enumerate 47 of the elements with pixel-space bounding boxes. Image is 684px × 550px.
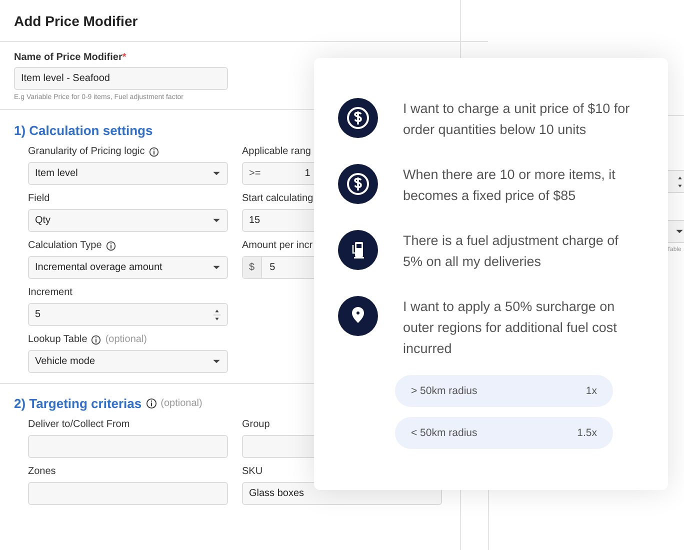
- dropdown[interactable]: Qty: [28, 209, 228, 232]
- field-label: Start calculating: [242, 193, 314, 204]
- field-label: SKU: [242, 466, 264, 477]
- example-text: There is a fuel adjustment charge of 5% on all my deliveries: [403, 232, 620, 271]
- caret-icon: [212, 359, 221, 364]
- tier-factor: 1x: [586, 385, 597, 397]
- input-field[interactable]: [28, 482, 228, 505]
- dollar-icon: [338, 164, 378, 204]
- dropdown[interactable]: Incremental overage amount: [28, 256, 228, 279]
- dollar-icon: [338, 98, 378, 138]
- caret-icon: [212, 171, 221, 176]
- field-label: Amount per incr: [242, 240, 313, 251]
- field-label: Calculation Type: [28, 240, 102, 251]
- name-input-field[interactable]: Item level - Seafood: [14, 67, 228, 90]
- tier-factor: 1.5x: [577, 427, 597, 439]
- field-label: Group: [242, 419, 271, 430]
- dropdown[interactable]: Vehicle mode: [28, 350, 228, 373]
- example-text: I want to charge a unit price of $10 for order quantities below 10 units: [403, 100, 631, 139]
- caret-icon: [675, 229, 684, 234]
- field-label: Applicable rang: [242, 146, 311, 157]
- number-input-field[interactable]: 5: [28, 303, 228, 326]
- field-label: Lookup Table: [28, 334, 88, 345]
- input-field[interactable]: [28, 435, 228, 458]
- field-label: Granularity of Pricing logic: [28, 146, 145, 157]
- optional-label: (optional): [160, 398, 202, 409]
- info-icon: [146, 398, 157, 409]
- example-text: I want to apply a 50% surcharge on outer regions for additional fuel cost incurred: [403, 298, 618, 358]
- info-icon: [106, 240, 116, 250]
- info-icon: [91, 334, 102, 344]
- optional-label: (optional): [105, 334, 148, 345]
- section-title: 1) Calculation settings: [14, 123, 153, 138]
- tier-label: > 50km radius: [411, 385, 478, 397]
- field-label: Field: [28, 193, 50, 204]
- field-label: Zones: [28, 466, 57, 477]
- field-label: Increment: [28, 287, 72, 298]
- location-pin-icon: [338, 296, 378, 336]
- window-title: Add Price Modifier: [14, 13, 138, 29]
- field-label: Deliver to/Collect From: [28, 419, 131, 430]
- section-title: 2) Targeting criterias: [14, 396, 142, 411]
- caret-icon: [212, 265, 221, 270]
- info-icon: [148, 146, 159, 156]
- dropdown[interactable]: Item level: [28, 162, 228, 185]
- tier-label: < 50km radius: [411, 427, 478, 439]
- fuel-pump-icon: [338, 230, 378, 270]
- caret-icon: [212, 218, 221, 223]
- field-label: Name of Price Modifier*: [14, 52, 128, 63]
- example-text: When there are 10 or more items, it becomes a fixed price of $85: [403, 166, 616, 205]
